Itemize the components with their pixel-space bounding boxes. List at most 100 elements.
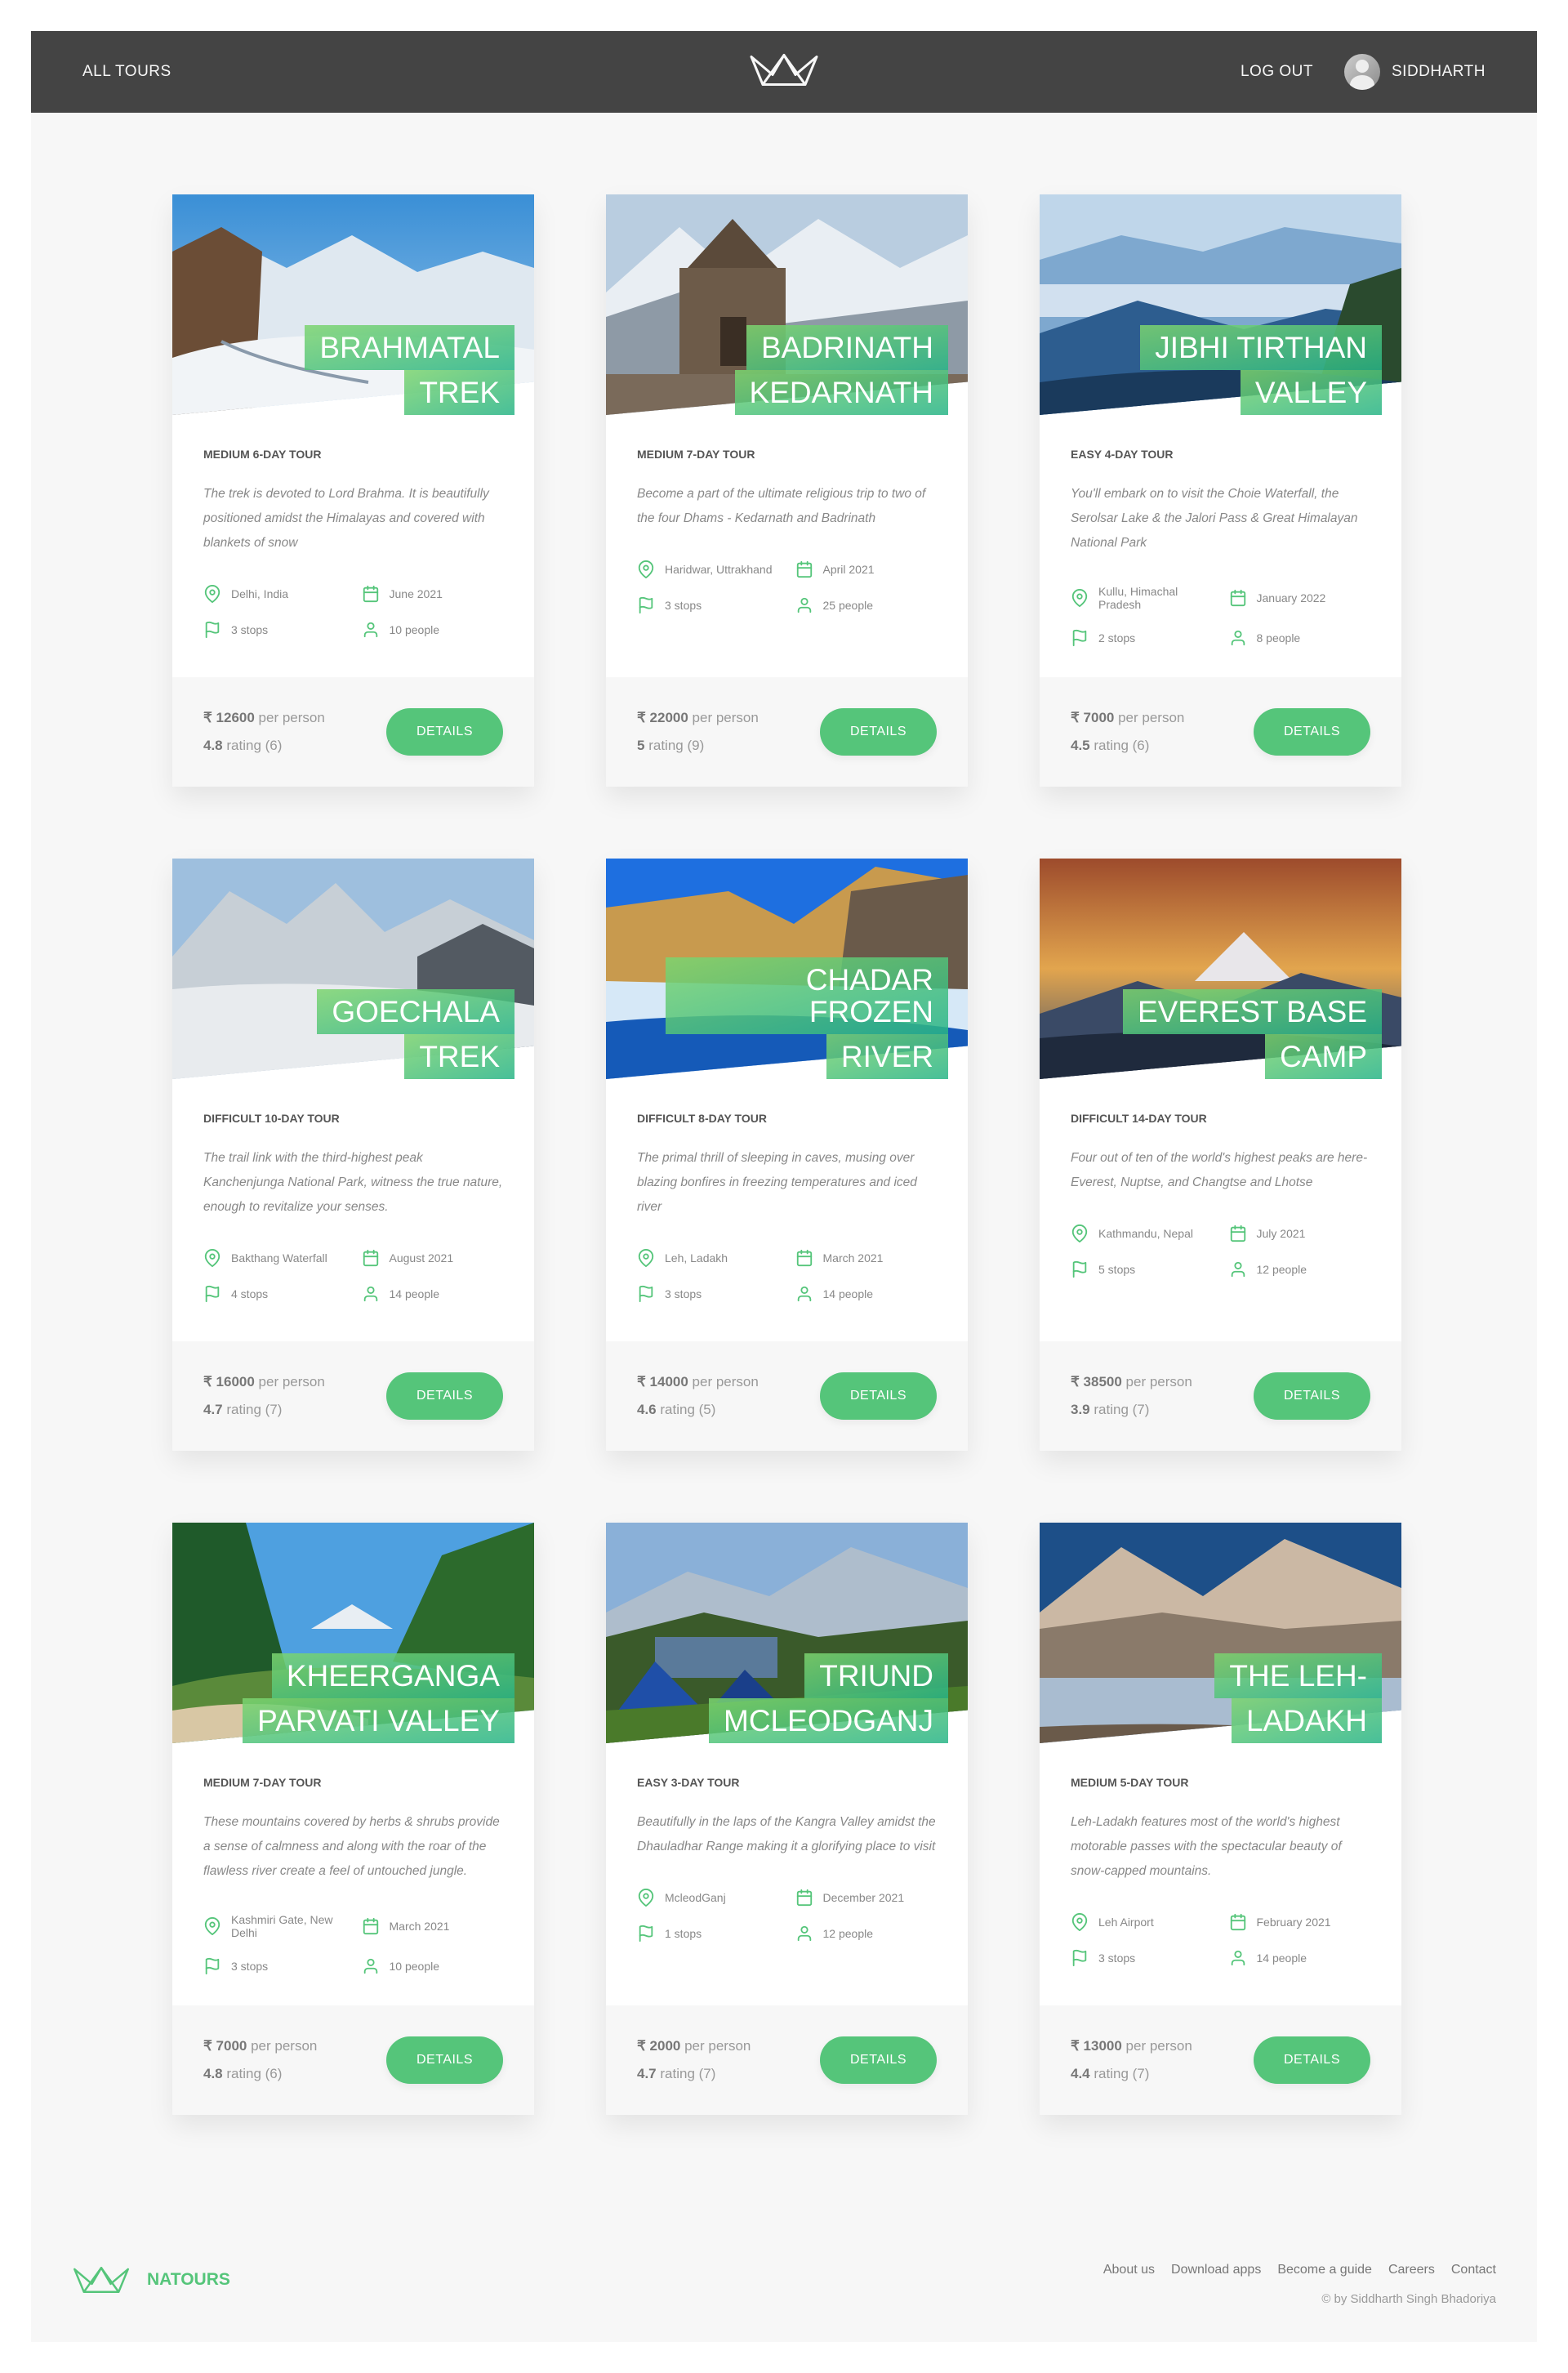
card-footer-info: ₹ 7000 per person 4.8 rating (6) [203,2027,317,2094]
footer-link-download[interactable]: Download apps [1171,2263,1261,2277]
logout-link[interactable]: LOG OUT [1241,63,1313,81]
footer-logo[interactable]: NATOURS [72,2259,230,2300]
card-details: MEDIUM 7-DAY TOUR These mountains covere… [172,1743,534,2005]
map-pin-icon [204,1249,220,1267]
tour-price: ₹ 22000 per person [637,710,759,726]
tour-location: Bakthang Waterfall [203,1249,345,1267]
calendar-icon [363,585,378,603]
tour-stops: 1 stops [637,1925,779,1943]
tour-price: ₹ 14000 per person [637,1374,759,1390]
card-details: EASY 3-DAY TOUR Beautifully in the laps … [606,1743,968,2005]
tour-date-text: March 2021 [389,1920,450,1933]
tour-group-size: 10 people [362,1957,504,1975]
tour-price: ₹ 7000 per person [1071,710,1184,726]
tour-price-unit: per person [258,710,325,725]
tour-subtitle: DIFFICULT 8-DAY TOUR [637,1112,767,1125]
tour-stops: 4 stops [203,1285,345,1303]
tour-date: January 2022 [1229,585,1371,611]
tour-location: Haridwar, Uttrakhand [637,560,779,578]
tour-price: ₹ 13000 per person [1071,2038,1192,2054]
avatar [1344,54,1380,90]
details-button[interactable]: DETAILS [1254,1372,1370,1420]
tour-rating-count: rating (5) [660,1402,716,1417]
details-button[interactable]: DETAILS [820,708,937,756]
details-button[interactable]: DETAILS [386,708,503,756]
calendar-icon [1230,589,1245,607]
details-button[interactable]: DETAILS [820,2036,937,2084]
tour-price-value: ₹ 2000 [637,2038,681,2054]
tour-date: July 2021 [1229,1224,1371,1242]
tour-stops-text: 3 stops [231,623,269,636]
tour-stops-text: 3 stops [665,1287,702,1300]
user-profile-link[interactable]: SIDDHARTH [1344,54,1486,90]
tour-rating: 4.8 rating (6) [203,2066,317,2082]
logo-icon[interactable] [748,52,820,92]
card-footer-info: ₹ 22000 per person 5 rating (9) [637,698,759,765]
card-footer: ₹ 2000 per person 4.7 rating (7) DETAILS [606,2005,968,2115]
tour-title-line-2: CAMP [1265,1034,1382,1079]
footer-link-guide[interactable]: Become a guide [1277,2263,1372,2277]
user-icon [797,1925,811,1942]
top-nav: ALL TOURS LOG OUT SIDDHARTH [31,31,1537,113]
tour-group-size: 14 people [795,1285,938,1303]
user-name: SIDDHARTH [1392,63,1486,80]
tour-title-line-1: KHEERGANGA [271,1653,514,1698]
tour-people-text: 12 people [822,1927,874,1940]
tour-title: JIBHI TIRTHAN VALLEY [1099,325,1382,415]
card-details: DIFFICULT 10-DAY TOUR The trail link wit… [172,1079,534,1341]
footer-brand: NATOURS [147,2270,230,2289]
tour-date-text: June 2021 [389,587,443,600]
footer-link-contact[interactable]: Contact [1451,2263,1496,2277]
tour-people-text: 14 people [1256,1951,1307,1965]
tour-price: ₹ 16000 per person [203,1374,325,1390]
footer-nav: About us Download apps Become a guide Ca… [1103,2263,1496,2277]
tour-group-size: 12 people [795,1925,938,1943]
card-header: JIBHI TIRTHAN VALLEY [1040,194,1401,415]
details-button[interactable]: DETAILS [1254,2036,1370,2084]
tour-price-unit: per person [1125,2038,1192,2054]
tour-rating: 4.4 rating (7) [1071,2066,1192,2082]
card-details: MEDIUM 5-DAY TOUR Leh-Ladakh features mo… [1040,1743,1401,2005]
tour-location-text: Haridwar, Uttrakhand [665,563,773,576]
card-header: TRIUND MCLEODGANJ [606,1523,968,1743]
card-details: MEDIUM 7-DAY TOUR Become a part of the u… [606,415,968,677]
tour-title-line-2: TREK [404,1034,514,1079]
tour-data: Kashmiri Gate, New Delhi March 2021 3 st… [203,1913,503,1975]
tour-location-text: Kathmandu, Nepal [1098,1227,1193,1240]
details-button[interactable]: DETAILS [820,1372,937,1420]
tour-date: December 2021 [795,1889,938,1907]
map-pin-icon [204,1917,220,1935]
tour-subtitle: MEDIUM 6-DAY TOUR [203,448,322,461]
tour-title-line-1: CHADAR FROZEN [666,957,948,1034]
tour-location: Kullu, Himachal Pradesh [1071,585,1213,611]
tour-group-size: 14 people [362,1285,504,1303]
tour-date-text: March 2021 [822,1251,884,1265]
map-pin-icon [638,1249,654,1267]
all-tours-link[interactable]: ALL TOURS [82,63,172,81]
user-icon [363,1286,377,1302]
card-header: GOECHALA TREK [172,859,534,1079]
card-footer: ₹ 7000 per person 4.5 rating (6) DETAILS [1040,677,1401,787]
tour-group-size: 14 people [1229,1949,1371,1967]
tour-date: June 2021 [362,585,504,603]
tour-subtitle: DIFFICULT 14-DAY TOUR [1071,1112,1207,1125]
tour-people-text: 25 people [822,599,874,612]
footer-link-about[interactable]: About us [1103,2263,1155,2277]
tour-date-text: April 2021 [822,563,875,576]
details-button[interactable]: DETAILS [386,1372,503,1420]
tour-subtitle: EASY 4-DAY TOUR [1071,448,1174,461]
tour-summary: The trek is devoted to Lord Brahma. It i… [203,487,489,550]
tour-title-line-1: EVEREST BASE [1122,989,1382,1034]
tour-card: GOECHALA TREK DIFFICULT 10-DAY TOUR The … [172,859,534,1451]
tour-subtitle: MEDIUM 5-DAY TOUR [1071,1776,1189,1789]
calendar-icon [1230,1913,1245,1931]
footer-link-careers[interactable]: Careers [1388,2263,1435,2277]
details-button[interactable]: DETAILS [1254,708,1370,756]
map-pin-icon [1071,1224,1088,1242]
details-button[interactable]: DETAILS [386,2036,503,2084]
tour-stops-text: 3 stops [231,1960,269,1973]
tour-summary: Leh-Ladakh features most of the world's … [1071,1815,1342,1878]
tour-title-line-1: BRAHMATAL [305,325,514,370]
user-icon [1231,630,1245,646]
card-details: DIFFICULT 8-DAY TOUR The primal thrill o… [606,1079,968,1341]
